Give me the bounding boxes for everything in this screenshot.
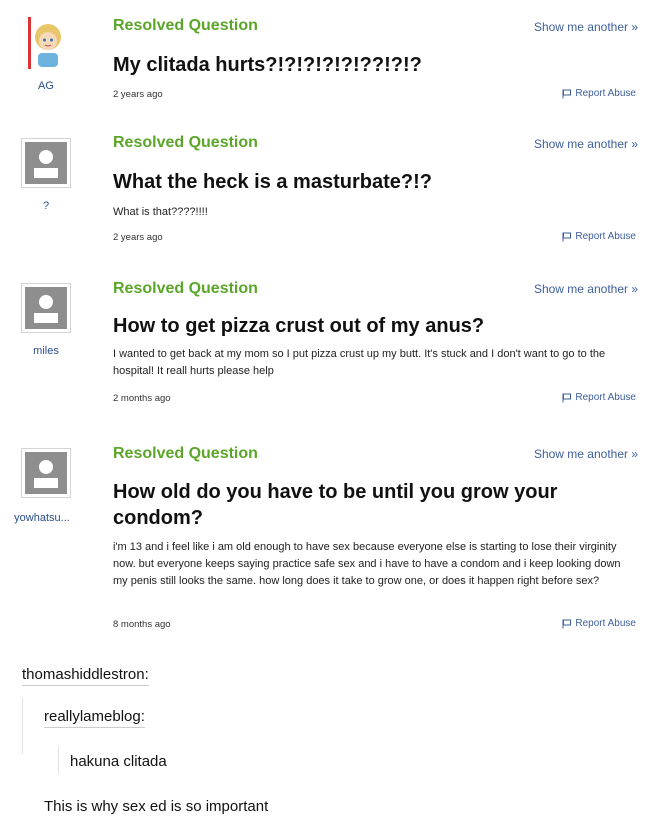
cartoon-girl-avatar-icon[interactable] (21, 17, 71, 69)
asker-username[interactable]: yowhatsu... (10, 512, 74, 524)
quote-border (22, 698, 23, 754)
question-title[interactable]: What the heck is a masturbate?!? (113, 169, 628, 195)
status-label: Resolved Question (113, 280, 258, 297)
asker-profile[interactable]: AG (18, 17, 74, 92)
original-poster-username[interactable]: reallylameblog: (44, 708, 145, 728)
asker-username[interactable]: miles (18, 345, 74, 357)
show-another-link[interactable]: Show me another » (534, 447, 638, 461)
question-block: ? Resolved Question Show me another » Wh… (0, 120, 656, 250)
reblogger-username[interactable]: thomashiddlestron: (22, 666, 149, 686)
nested-quote-border (58, 746, 59, 774)
flag-icon (562, 232, 572, 241)
report-abuse-link[interactable]: Report Abuse (562, 88, 636, 99)
flag-icon (562, 89, 572, 98)
question-block: AG Resolved Question Show me another » M… (0, 0, 656, 110)
report-abuse-link[interactable]: Report Abuse (562, 618, 636, 629)
default-user-avatar-icon[interactable] (21, 283, 71, 333)
status-label: Resolved Question (113, 445, 258, 462)
asker-profile[interactable]: yowhatsu... (14, 448, 74, 524)
report-abuse-label: Report Abuse (575, 392, 636, 403)
report-abuse-link[interactable]: Report Abuse (562, 392, 636, 403)
question-block: yowhatsu... Resolved Question Show me an… (0, 430, 656, 640)
question-title[interactable]: How to get pizza crust out of my anus? (113, 313, 628, 339)
report-abuse-label: Report Abuse (575, 88, 636, 99)
asker-profile[interactable]: miles (18, 283, 74, 357)
status-label: Resolved Question (113, 17, 258, 34)
question-title[interactable]: How old do you have to be until you grow… (113, 479, 628, 531)
asker-profile[interactable]: ? (18, 138, 74, 212)
quoted-post-text: hakuna clitada (70, 753, 167, 770)
show-another-link[interactable]: Show me another » (534, 282, 638, 296)
question-timestamp: 2 months ago (113, 393, 171, 404)
question-details: I wanted to get back at my mom so I put … (113, 348, 606, 377)
question-timestamp: 8 months ago (113, 619, 171, 630)
question-details: i'm 13 and i feel like i am old enough t… (113, 541, 621, 587)
question-timestamp: 2 years ago (113, 232, 163, 243)
flag-icon (562, 393, 572, 402)
report-abuse-label: Report Abuse (575, 618, 636, 629)
reblog-comment-text: This is why sex ed is so important (44, 798, 269, 815)
status-label: Resolved Question (113, 134, 258, 151)
default-user-avatar-icon[interactable] (21, 138, 71, 188)
flag-icon (562, 619, 572, 628)
question-block: miles Resolved Question Show me another … (0, 265, 656, 415)
report-abuse-link[interactable]: Report Abuse (562, 231, 636, 242)
default-user-avatar-icon[interactable] (21, 448, 71, 498)
asker-username[interactable]: ? (18, 200, 74, 212)
question-title[interactable]: My clitada hurts?!?!?!?!?!??!?!? (113, 52, 628, 78)
asker-username[interactable]: AG (18, 80, 74, 92)
report-abuse-label: Report Abuse (575, 231, 636, 242)
tumblr-reblog-thread: thomashiddlestron: reallylameblog: hakun… (0, 660, 656, 835)
show-another-link[interactable]: Show me another » (534, 20, 638, 34)
question-timestamp: 2 years ago (113, 89, 163, 100)
question-details: What is that????!!!! (113, 206, 208, 218)
show-another-link[interactable]: Show me another » (534, 137, 638, 151)
